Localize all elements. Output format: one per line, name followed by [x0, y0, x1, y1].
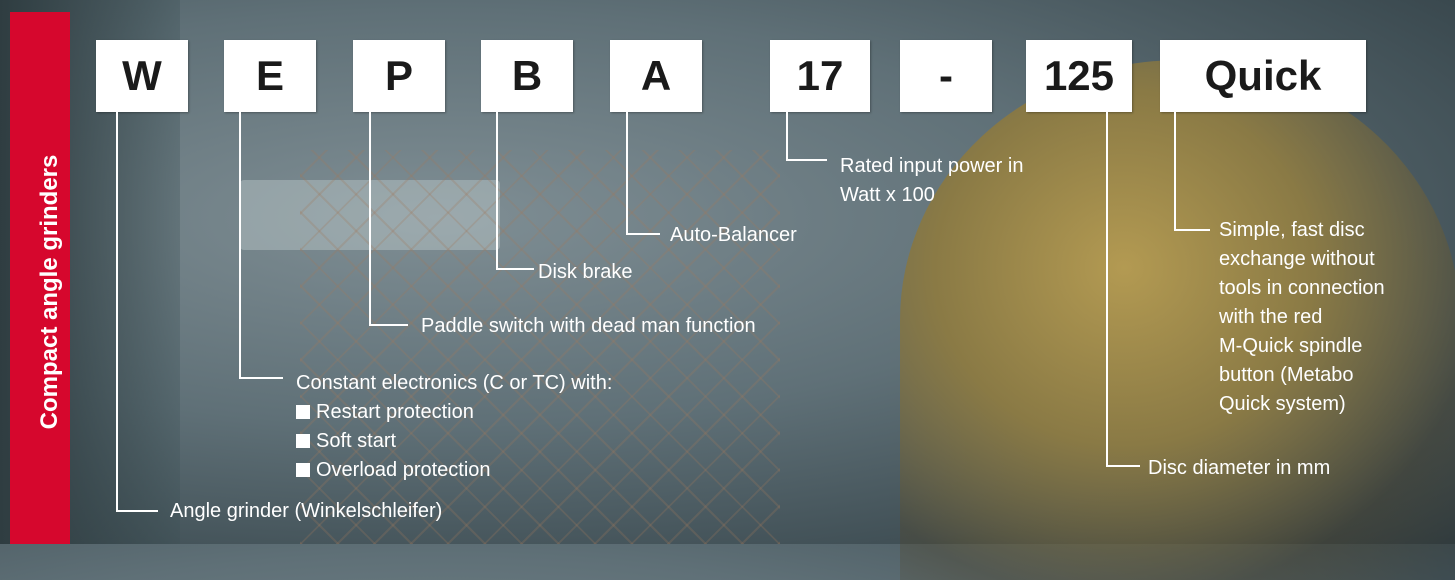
label-disk-brake: Disk brake — [538, 261, 633, 283]
bullet-square-icon — [296, 434, 310, 448]
connector-125 — [1106, 112, 1140, 467]
rated-power-line-2: Watt x 100 — [840, 184, 935, 206]
connector-e — [239, 112, 283, 379]
label-paddle-switch: Paddle switch with dead man function — [421, 315, 756, 337]
connector-b — [496, 112, 534, 270]
feature-text: Overload protection — [316, 459, 491, 481]
label-disc-diameter: Disc diameter in mm — [1148, 457, 1331, 479]
feature-text: Soft start — [316, 430, 397, 452]
connector-p — [369, 112, 408, 326]
constant-electronics-heading: Constant electronics (C or TC) with: — [296, 372, 613, 394]
connector-a — [626, 112, 660, 235]
label-auto-balancer: Auto-Balancer — [670, 224, 797, 246]
bullet-square-icon — [296, 405, 310, 419]
quick-line: Simple, fast disc — [1219, 219, 1365, 241]
quick-line: with the red — [1219, 306, 1323, 328]
quick-line: tools in connection — [1219, 277, 1385, 299]
label-constant-electronics: Constant electronics (C or TC) with: Res… — [296, 369, 612, 485]
feature-soft-start: Soft start — [296, 427, 612, 456]
connector-17 — [786, 112, 827, 161]
quick-line: M-Quick spindle — [1219, 335, 1363, 357]
connector-w — [116, 112, 158, 512]
quick-line: exchange without — [1219, 248, 1375, 270]
connector-quick — [1174, 112, 1210, 231]
bullet-square-icon — [296, 463, 310, 477]
quick-line: Quick system) — [1219, 393, 1346, 415]
label-rated-power: Rated input power in Watt x 100 — [840, 152, 1023, 210]
feature-overload: Overload protection — [296, 456, 612, 485]
feature-restart: Restart protection — [296, 398, 612, 427]
feature-text: Restart protection — [316, 401, 474, 423]
label-quick-system: Simple, fast disc exchange without tools… — [1219, 216, 1385, 419]
rated-power-line-1: Rated input power in — [840, 155, 1024, 177]
quick-line: button (Metabo — [1219, 364, 1354, 386]
label-angle-grinder: Angle grinder (Winkelschleifer) — [170, 500, 443, 522]
